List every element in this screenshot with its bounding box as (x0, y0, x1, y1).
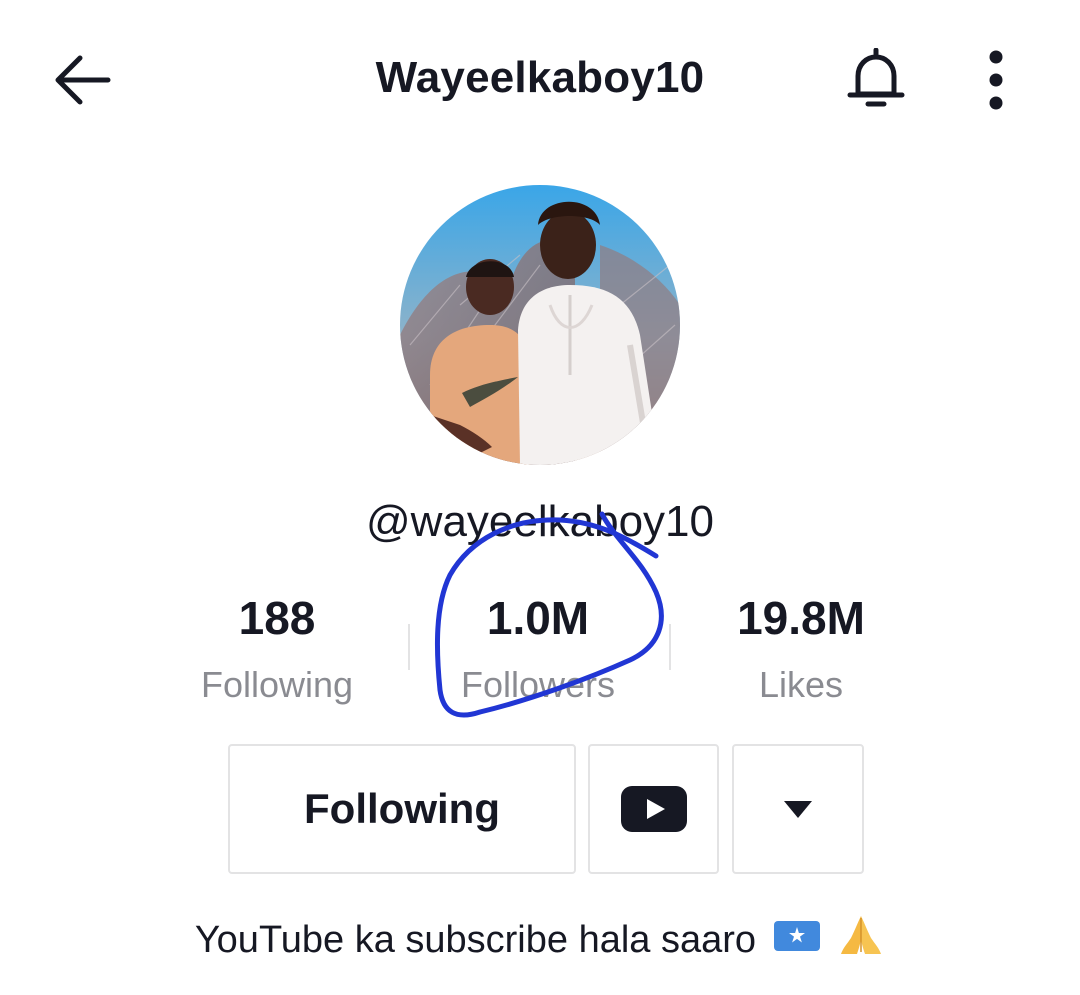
likes-count: 19.8M (737, 592, 865, 644)
profile-handle: @wayeelkaboy10 (366, 497, 714, 546)
somalia-flag-emoji (773, 916, 821, 968)
following-label: Following (200, 664, 354, 705)
more-vertical-icon (989, 50, 1003, 110)
bell-icon (847, 48, 905, 107)
profile-bio: YouTube ka subscribe hala saaro (0, 912, 1080, 972)
youtube-icon (620, 786, 687, 832)
profile-page: Wayeelkaboy10 @wayeelkaboy10 188 Followi… (0, 0, 1080, 995)
followers-count: 1.0M (486, 592, 590, 644)
profile-avatar[interactable] (400, 185, 680, 465)
caret-down-icon (784, 801, 812, 818)
stat-followers[interactable]: 1.0M Followers (408, 588, 668, 708)
suggested-accounts-dropdown-button[interactable] (732, 744, 864, 874)
following-button-label: Following (304, 785, 500, 832)
followers-label: Followers (460, 664, 616, 705)
more-options-button[interactable] (966, 42, 1026, 118)
following-count: 188 (238, 592, 316, 644)
stat-likes[interactable]: 19.8M Likes (671, 588, 931, 708)
notification-bell-button[interactable] (838, 42, 914, 118)
folded-hands-emoji (837, 912, 885, 972)
following-button[interactable]: Following (228, 744, 576, 874)
youtube-button[interactable] (588, 744, 719, 874)
likes-label: Likes (758, 664, 844, 705)
page-title: Wayeelkaboy10 (375, 53, 705, 102)
bio-text: YouTube ka subscribe hala saaro (194, 919, 757, 962)
avatar-photo (400, 185, 680, 465)
stat-following[interactable]: 188 Following (147, 588, 407, 708)
